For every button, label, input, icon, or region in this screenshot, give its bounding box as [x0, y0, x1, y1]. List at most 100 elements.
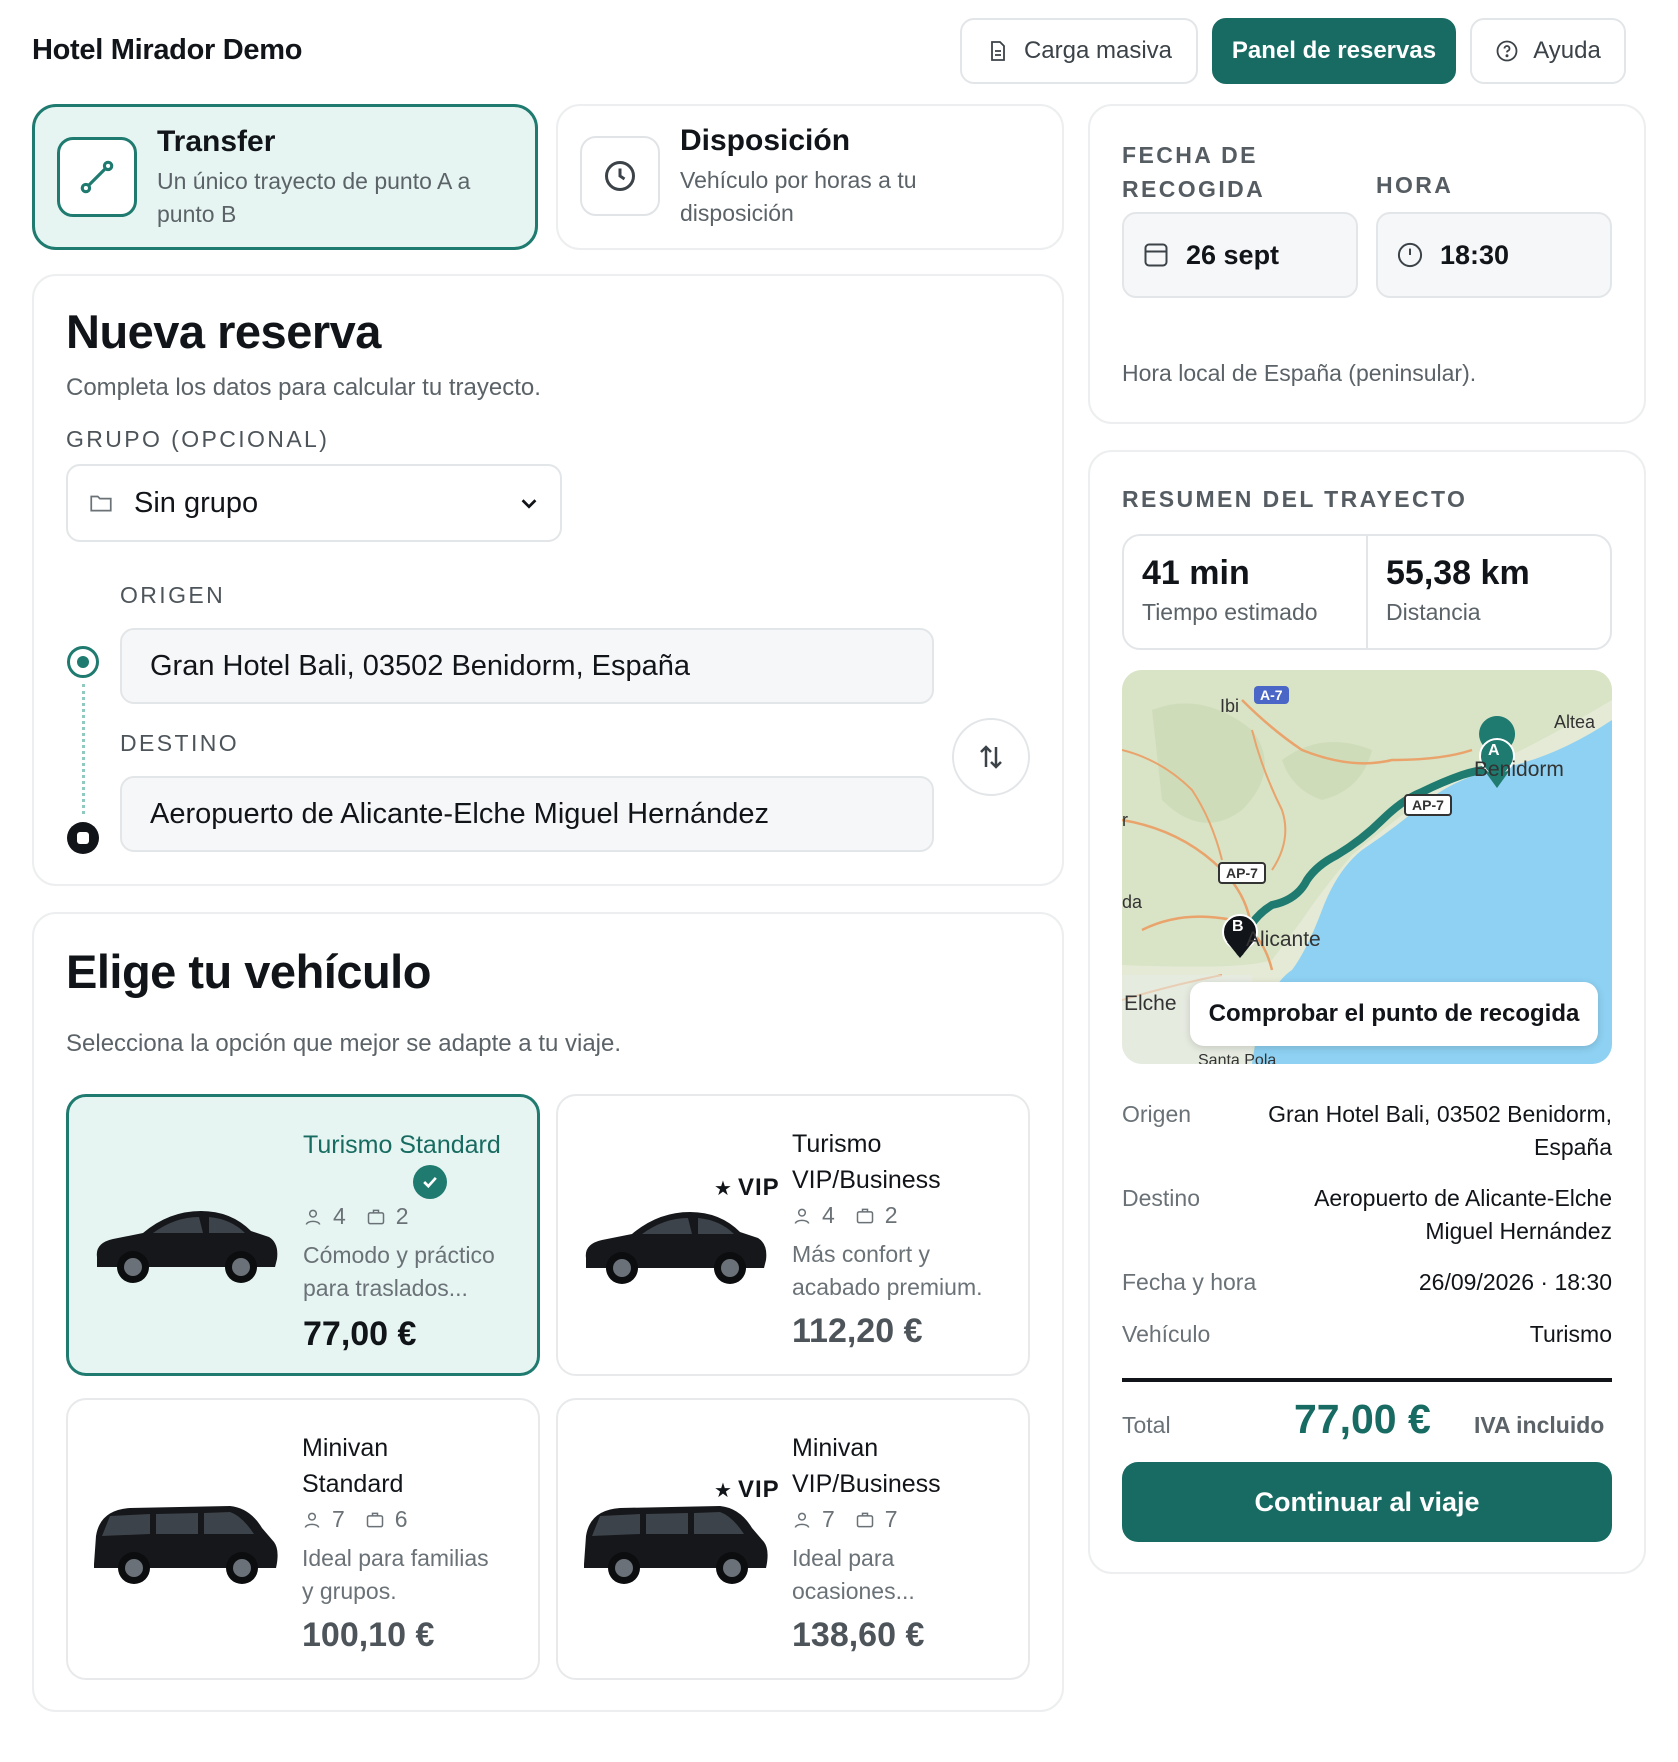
vehicle-option-turismo-standard[interactable]: Turismo Standard 4 2 Cómodo y práctico p…: [66, 1094, 540, 1376]
origin-label: ORIGEN: [120, 582, 226, 608]
vehicle-description-line: y grupos.: [302, 1578, 397, 1604]
vehicle-description-line: acabado premium.: [792, 1274, 983, 1300]
help-circle-icon: [1496, 40, 1518, 62]
summary-datetime-key: Fecha y hora: [1122, 1269, 1257, 1295]
vip-badge: ★ VIP: [714, 1174, 780, 1202]
vehicle-option-minivan-vip[interactable]: ★ VIP Minivan VIP/Business 7 7 Ideal par…: [556, 1398, 1030, 1680]
selected-check-icon: [413, 1165, 447, 1199]
passenger-count: 7: [332, 1506, 345, 1532]
clock-icon: [580, 136, 660, 216]
vehicle-section-subtitle: Selecciona la opción que mejor se adapte…: [66, 1030, 622, 1057]
vehicle-name-line: Standard: [302, 1470, 404, 1498]
vehicle-name-text: Turismo Standard: [303, 1131, 501, 1159]
vat-label: IVA incluido: [1474, 1412, 1605, 1438]
service-type-transfer[interactable]: Transfer Un único trayecto de punto A a …: [32, 104, 538, 250]
bulk-upload-label: Carga masiva: [1023, 37, 1173, 64]
origin-input[interactable]: Gran Hotel Bali, 03502 Benidorm, España: [120, 628, 934, 704]
service-type-disposicion[interactable]: Disposición Vehículo por horas a tu disp…: [556, 104, 1064, 250]
continue-button-label: Continuar al viaje: [1254, 1486, 1480, 1517]
vehicle-price: 100,10 €: [302, 1616, 435, 1654]
destination-input-value: Aeropuerto de Alicante-Elche Miguel Hern…: [150, 797, 770, 830]
trip-summary-title: RESUMEN DEL TRAYECTO: [1122, 486, 1468, 512]
group-select[interactable]: Sin grupo: [66, 464, 562, 542]
timezone-note: Hora local de España (peninsular).: [1122, 360, 1477, 386]
passenger-icon: [794, 1512, 810, 1528]
trip-time-value: 41 min: [1142, 554, 1250, 592]
trip-distance-value: 55,38 km: [1386, 554, 1530, 592]
destination-input[interactable]: Aeropuerto de Alicante-Elche Miguel Hern…: [120, 776, 934, 852]
trip-stats: 41 min Tiempo estimado 55,38 km Distanci…: [1122, 534, 1612, 650]
vehicle-description-line: para traslados...: [303, 1275, 468, 1301]
vehicle-description: Cómodo y práctico para traslados...: [303, 1239, 528, 1305]
map-road-label: AP-7: [1218, 862, 1266, 884]
minivan-icon: [94, 1506, 278, 1584]
luggage-count: 2: [395, 1203, 409, 1229]
vip-badge: ★ VIP: [714, 1476, 780, 1504]
route-icon: [57, 137, 137, 217]
origin-input-value: Gran Hotel Bali, 03502 Benidorm, España: [150, 649, 691, 682]
map-place-label: Elche: [1124, 992, 1177, 1015]
vehicle-name-line: VIP/Business: [792, 1470, 941, 1498]
vehicle-name-line: VIP/Business: [792, 1166, 941, 1194]
destination-marker-icon: [67, 822, 99, 854]
pickup-date-label-line: FECHA DE: [1122, 142, 1258, 168]
vehicle-description-line: Cómodo y práctico: [303, 1242, 495, 1268]
star-icon: ★: [714, 1479, 732, 1502]
vehicle-description-line: Ideal para: [792, 1545, 895, 1571]
continue-button[interactable]: Continuar al viaje: [1122, 1462, 1612, 1542]
vehicle-name-line: Turismo: [792, 1130, 882, 1158]
vehicle-name: Minivan Standard: [302, 1430, 403, 1502]
summary-datetime-value: 26/09/2026 · 18:30: [1418, 1269, 1612, 1295]
vehicle-option-turismo-vip[interactable]: ★ VIP Turismo VIP/Business 4 2 Más confo…: [556, 1094, 1030, 1376]
chevron-down-icon: [521, 499, 537, 509]
summary-vehicle-value: Turismo: [1529, 1321, 1612, 1347]
map-place-label: r: [1122, 810, 1128, 830]
destination-label: DESTINO: [120, 730, 240, 756]
vehicle-price: 112,20 €: [792, 1312, 923, 1350]
check-pickup-button[interactable]: Comprobar el punto de recogida: [1190, 982, 1598, 1046]
pickup-date-field[interactable]: 26 sept: [1122, 212, 1358, 298]
luggage-icon: [856, 1208, 874, 1223]
passenger-count: 4: [822, 1202, 835, 1228]
map-road-label: AP-7: [1404, 794, 1452, 816]
vehicle-name: Turismo Standard: [303, 1127, 503, 1163]
passenger-icon: [304, 1512, 320, 1528]
summary-origin-row: Origen Gran Hotel Bali, 03502 Benidorm, …: [1122, 1098, 1612, 1164]
route-map[interactable]: A B Ibi Altea Benidorm Alicante Elche Sa…: [1122, 670, 1612, 1064]
service-type-desc: Un único trayecto de punto A a punto B: [157, 168, 471, 227]
vehicle-description-line: Más confort y: [792, 1241, 931, 1267]
map-place-label: Ibi: [1220, 696, 1240, 716]
vehicle-description: Más confort y acabado premium.: [792, 1238, 1017, 1304]
vehicle-option-minivan-standard[interactable]: Minivan Standard 7 6 Ideal para familias…: [66, 1398, 540, 1680]
trip-distance-label: Distancia: [1386, 599, 1481, 625]
pickup-date-label-line: RECOGIDA: [1122, 176, 1266, 202]
bulk-upload-button[interactable]: Carga masiva: [960, 18, 1198, 84]
map-place-label: Santa Pola: [1198, 1052, 1277, 1064]
sedan-car-icon: [96, 1211, 278, 1283]
folder-icon: [90, 495, 112, 512]
trip-distance-stat: 55,38 km Distancia: [1368, 536, 1610, 648]
help-button[interactable]: Ayuda: [1470, 18, 1626, 84]
passenger-count: 4: [333, 1203, 346, 1229]
reservations-panel-button[interactable]: Panel de reservas: [1212, 18, 1456, 84]
service-type-title: Disposición: [680, 124, 851, 157]
swap-button[interactable]: [952, 718, 1030, 796]
summary-destination-line: Aeropuerto de Alicante-Elche: [1314, 1185, 1612, 1211]
map-place-label: Benidorm: [1474, 758, 1564, 781]
passenger-icon: [794, 1208, 810, 1224]
origin-marker-icon: [67, 646, 99, 678]
pickup-time-field[interactable]: 18:30: [1376, 212, 1612, 298]
luggage-count: 2: [884, 1202, 898, 1228]
summary-origin-line: España: [1533, 1134, 1612, 1160]
group-select-value: Sin grupo: [134, 486, 259, 519]
pickup-time-label: HORA: [1376, 172, 1454, 198]
map-place-label: Altea: [1554, 712, 1596, 732]
vehicle-price: 77,00 €: [303, 1315, 417, 1353]
vehicle-capacity: 7 7: [792, 1506, 898, 1533]
vehicle-description-line: ocasiones...: [792, 1578, 915, 1604]
new-booking-title: Nueva reserva: [66, 305, 381, 358]
service-type-title: Transfer: [157, 125, 276, 158]
vehicle-description: Ideal para ocasiones...: [792, 1542, 1017, 1608]
vehicle-section-title: Elige tu vehículo: [66, 945, 431, 998]
reservations-panel-label: Panel de reservas: [1231, 37, 1437, 64]
